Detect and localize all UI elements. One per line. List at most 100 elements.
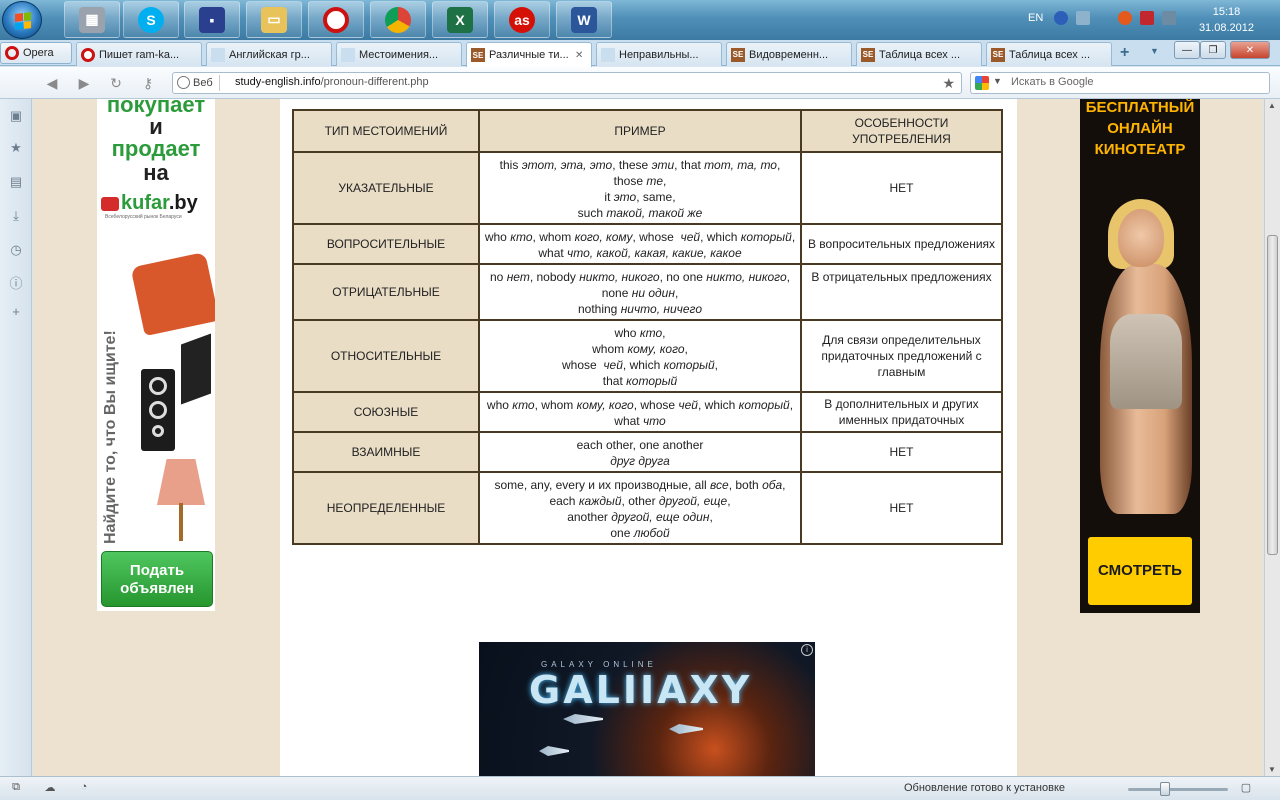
table-row: СОЮЗНЫЕ who кто, whom кому, кого, whose ч… xyxy=(292,391,1003,433)
speaker-image xyxy=(141,369,175,451)
volume-icon[interactable] xyxy=(1162,11,1176,25)
search-engine-chevron-icon[interactable]: ▼ xyxy=(993,76,1002,86)
tab-list-chevron-icon[interactable]: ▼ xyxy=(1150,46,1159,56)
clock[interactable]: 15:18 31.08.2012 xyxy=(1199,4,1254,36)
scroll-down-icon[interactable]: ▼ xyxy=(1268,765,1276,774)
folder-icon: ▭ xyxy=(261,6,287,33)
pronoun-example-cell: no нет, nobody никто, никого, no one ник… xyxy=(478,263,802,321)
tab-4-active[interactable]: SE Различные ти... ✕ xyxy=(466,42,592,67)
taskbar-save[interactable]: ▪ xyxy=(184,1,240,38)
floppy-icon: ▪ xyxy=(199,6,225,33)
ad-line: на xyxy=(143,160,169,185)
reload-icon[interactable]: ↻ xyxy=(108,75,124,91)
taskbar-word[interactable]: W xyxy=(556,1,612,38)
forward-icon[interactable]: ▶ xyxy=(76,75,92,91)
page-favicon-icon xyxy=(341,47,355,62)
scroll-up-icon[interactable]: ▲ xyxy=(1268,101,1276,110)
address-badge[interactable]: Веб xyxy=(175,75,220,91)
history-clock-icon[interactable]: ◷ xyxy=(9,243,23,257)
post-ad-button[interactable]: Подать объявлен xyxy=(101,551,213,607)
page-favicon-icon xyxy=(601,47,615,62)
start-button[interactable] xyxy=(2,1,42,39)
kufar-brand: kufar xyxy=(121,192,169,214)
spaceship-image xyxy=(539,746,569,756)
speedometer-icon[interactable]: ◔ xyxy=(76,781,92,795)
address-url[interactable]: study-english.info/pronoun-different.php xyxy=(235,76,429,88)
key-icon[interactable]: ⚷ xyxy=(140,75,156,91)
tray-app-icon[interactable] xyxy=(1118,11,1132,25)
info-icon[interactable]: ⓘ xyxy=(9,277,23,291)
taskbar-excel[interactable]: X xyxy=(432,1,488,38)
windows-logo-icon xyxy=(15,12,31,30)
zoom-slider-handle[interactable] xyxy=(1160,782,1170,796)
watch-button[interactable]: СМОТРЕТЬ xyxy=(1088,537,1192,605)
close-button[interactable]: ✕ xyxy=(1230,41,1270,59)
pronoun-example-cell: who кто, whom кому, кого, whose чей, which… xyxy=(478,319,802,393)
ad-line: продает xyxy=(111,136,201,161)
taskbar-calculator[interactable]: ▦ xyxy=(64,1,120,38)
table-row: ОТРИЦАТЕЛЬНЫЕ no нет, nobody никто, никог… xyxy=(292,263,1003,321)
cinema-ad-banner[interactable]: БЕСПЛАТНЫЙ ОНЛАЙН КИНОТЕАТР СМОТРЕТЬ xyxy=(1080,99,1200,613)
tab-3[interactable]: Местоимения... xyxy=(336,42,462,66)
navigation-bar: ◀ ▶ ↻ ⚷ Веб study-english.info/pronoun-d… xyxy=(0,67,1280,99)
help-icon[interactable] xyxy=(1054,11,1068,25)
status-bar: ⧉ ☁ ◔ Обновление готово к установке ▢ xyxy=(0,776,1280,800)
signal-icon[interactable] xyxy=(1140,11,1154,25)
url-host: study-english.info xyxy=(235,76,321,88)
taskbar-lastfm[interactable]: as xyxy=(494,1,550,38)
pronoun-type-cell: НЕОПРЕДЕЛЕННЫЕ xyxy=(292,471,480,545)
tab-6[interactable]: SE Видовременн... xyxy=(726,42,852,66)
cloud-icon[interactable]: ☁ xyxy=(42,781,58,795)
kufar-cart-icon xyxy=(101,196,119,211)
vertical-scrollbar[interactable]: ▲ ▼ xyxy=(1264,99,1280,776)
tab-7[interactable]: SE Таблица всех ... xyxy=(856,42,982,66)
sofa-image xyxy=(130,251,215,337)
tab-8[interactable]: SE Таблица всех ... xyxy=(986,42,1112,66)
back-icon[interactable]: ◀ xyxy=(44,75,60,91)
search-field[interactable]: ▼ Искать в Google xyxy=(970,72,1270,94)
add-panel-icon[interactable]: + xyxy=(9,305,23,319)
tab-close-icon[interactable]: ✕ xyxy=(575,50,587,61)
taskbar-skype[interactable]: S xyxy=(123,1,179,38)
ad-info-icon[interactable]: i xyxy=(801,644,813,656)
opera-menu-button[interactable]: Opera xyxy=(0,42,72,64)
network-icon[interactable] xyxy=(1076,11,1090,25)
column-header-example: ПРИМЕР xyxy=(478,109,802,153)
table-row: ВЗАИМНЫЕ each other, one another друг друг… xyxy=(292,431,1003,473)
speed-dial-icon[interactable]: ▣ xyxy=(9,109,23,123)
scrollbar-thumb[interactable] xyxy=(1267,235,1278,555)
address-bar[interactable]: Веб study-english.info/pronoun-different… xyxy=(172,72,962,94)
taskbar-chrome[interactable] xyxy=(370,1,426,38)
bookmarks-star-icon[interactable]: ★ xyxy=(9,141,23,155)
zoom-slider[interactable] xyxy=(1128,788,1228,791)
google-icon[interactable] xyxy=(975,76,989,90)
pronoun-usage-cell: В вопросительных предложениях xyxy=(800,223,1003,265)
kufar-ad-banner[interactable]: покупает и продает на kufar.by Всебелору… xyxy=(97,99,215,611)
pronoun-example-cell: some, any, every и их производные, all в… xyxy=(478,471,802,545)
restore-button[interactable]: ❐ xyxy=(1200,41,1226,59)
notes-icon[interactable]: ▤ xyxy=(9,175,23,189)
taskbar-opera[interactable] xyxy=(308,1,364,38)
downloads-icon[interactable]: ⤓ xyxy=(9,209,23,223)
tab-label: Таблица всех ... xyxy=(879,48,961,61)
galaxy-online-ad[interactable]: GALAXY ONLINE GALIIAXY i xyxy=(479,642,815,776)
tab-label: Пишет ram-ka... xyxy=(99,48,180,61)
zoom-menu-icon[interactable]: ▢ xyxy=(1238,781,1254,795)
language-indicator[interactable]: EN xyxy=(1028,12,1043,24)
tab-2[interactable]: Английская гр... xyxy=(206,42,332,66)
tab-5[interactable]: Неправильны... xyxy=(596,42,722,66)
taskbar-explorer[interactable]: ▭ xyxy=(246,1,302,38)
tab-bar: Opera Пишет ram-ka... Английская гр... М… xyxy=(0,40,1280,67)
pronoun-types-table: ТИП МЕСТОИМЕНИЙ ПРИМЕР ОСОБЕННОСТИ УПОТР… xyxy=(292,109,1003,545)
cinema-ad-header: БЕСПЛАТНЫЙ ОНЛАЙН КИНОТЕАТР xyxy=(1085,99,1195,158)
lamp-stand xyxy=(179,503,183,541)
panel-toggle-icon[interactable]: ⧉ xyxy=(8,781,24,795)
new-tab-icon[interactable]: + xyxy=(1120,44,1129,62)
address-badge-label: Веб xyxy=(193,77,213,89)
ad-photo-face xyxy=(1118,209,1164,267)
minimize-button[interactable]: — xyxy=(1174,41,1200,59)
table-row: ВОПРОСИТЕЛЬНЫЕ who кто, whom кого, кому, … xyxy=(292,223,1003,265)
tab-1[interactable]: Пишет ram-ka... xyxy=(76,42,202,66)
column-header-usage: ОСОБЕННОСТИ УПОТРЕБЛЕНИЯ xyxy=(800,109,1003,153)
bookmark-star-icon[interactable]: ★ xyxy=(942,75,955,92)
